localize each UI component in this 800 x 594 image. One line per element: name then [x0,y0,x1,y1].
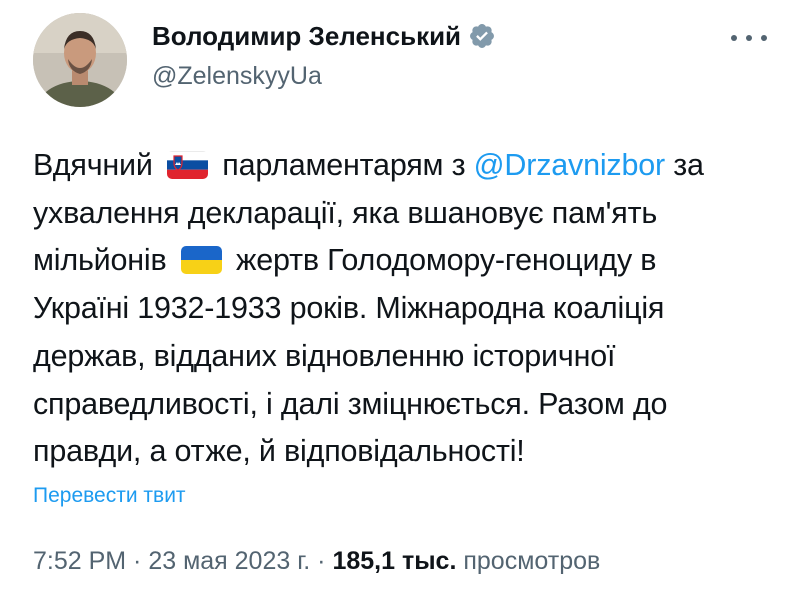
separator: · [310,547,333,575]
dot [731,35,737,41]
tweet-text-segment: за [673,148,704,182]
more-options-icon[interactable] [731,28,767,48]
tweet-text-segment: Вдячний [33,148,153,182]
tweet-line: правди, а отже, й відповідальності! [33,434,525,469]
author-name[interactable]: Володимир Зеленський [152,20,461,52]
tweet-time[interactable]: 7:52 PM [33,547,126,575]
tweet-text-segment: жертв Голодомору-геноциду в [236,243,657,278]
tweet-text-segment: мільйонів [33,243,167,278]
avatar[interactable] [33,13,127,107]
tweet-line: ухвалення декларації, яка вшановує пам'я… [33,195,658,230]
tweet-text-segment: парламентарям з [222,148,466,182]
tweet-line: справедливості, і далі зміцнюється. Разо… [33,386,668,421]
verified-badge-icon[interactable] [468,22,496,50]
dot [746,35,752,41]
tweet-line: Вдячний парламентарям з @Drzavnizbor за [33,142,773,190]
views-count: 185,1 тыс. [332,547,457,575]
slovenia-flag-icon [167,150,209,179]
author-handle[interactable]: @ZelenskyyUa [152,61,322,91]
dot [761,35,767,41]
tweet-line: мільйонів жертв Голодомору-геноциду в [33,237,773,285]
tweet-date[interactable]: 23 мая 2023 г. [148,547,310,575]
views-label: просмотров [463,547,601,575]
translate-tweet-link[interactable]: Перевести твит [33,483,186,509]
tweet-text: Вдячний парламентарям з @Drzavnizbor за … [33,142,773,476]
avatar-photo [33,13,127,107]
tweet-meta: 7:52 PM · 23 мая 2023 г. · 185,1 тыс. пр… [33,546,600,576]
author-name-row[interactable]: Володимир Зеленський [152,20,496,52]
separator: · [126,547,149,575]
ukraine-flag-icon [180,246,222,275]
tweet-line: держав, відданих відновленню історичної [33,338,616,373]
mention-link[interactable]: @Drzavnizbor [474,148,665,182]
tweet-line: Україні 1932-1933 років. Міжнародна коал… [33,291,665,326]
